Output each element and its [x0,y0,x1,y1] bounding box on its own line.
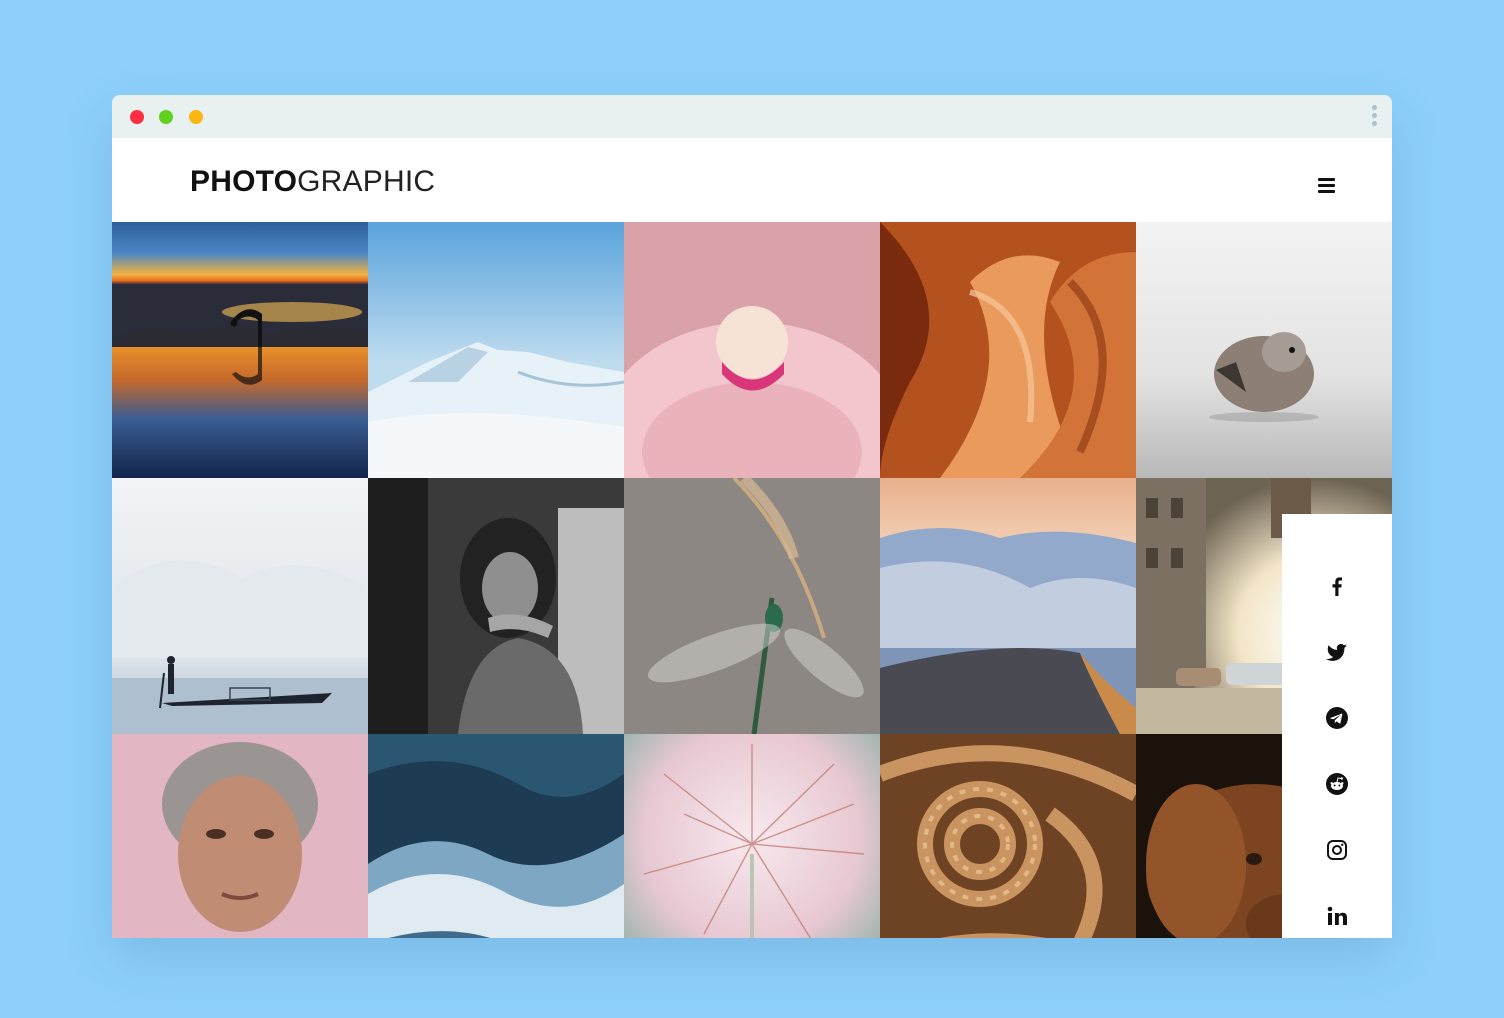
photo-dragonfly[interactable] [624,478,880,734]
logo-light-text: GRAPHIC [297,165,436,198]
photo-coiled-rope[interactable] [880,734,1136,938]
maximize-window-button[interactable] [189,110,203,124]
photo-small-bird[interactable] [1136,222,1392,478]
photo-sea-of-clouds-road[interactable] [880,478,1136,734]
telegram-icon[interactable] [1325,706,1349,730]
reddit-icon[interactable] [1325,772,1349,796]
photo-dandelion-closeup[interactable] [624,734,880,938]
photo-elderly-woman-portrait[interactable] [112,734,368,938]
photo-ocean-waves[interactable] [368,734,624,938]
site-header: PHOTOGRAPHIC [112,138,1392,222]
photo-sunset-yoga-reflection[interactable] [112,222,368,478]
photo-snowy-mountains[interactable] [368,222,624,478]
social-share-sidebar [1282,514,1392,938]
photo-pink-flamingo[interactable] [624,222,880,478]
site-logo[interactable]: PHOTOGRAPHIC [190,165,435,199]
browser-window: PHOTOGRAPHIC [112,95,1392,938]
photo-sandstone-canyon[interactable] [880,222,1136,478]
minimize-window-button[interactable] [159,110,173,124]
photo-foggy-lake-boatman[interactable] [112,478,368,734]
window-titlebar [112,95,1392,138]
photo-gallery [112,222,1392,938]
linkedin-icon[interactable] [1325,904,1349,928]
twitter-icon[interactable] [1325,640,1349,664]
instagram-icon[interactable] [1325,838,1349,862]
photo-girl-black-and-white[interactable] [368,478,624,734]
facebook-icon[interactable] [1325,574,1349,598]
hamburger-menu-icon[interactable] [1318,178,1335,193]
close-window-button[interactable] [130,110,144,124]
logo-bold-text: PHOTO [190,165,298,198]
more-options-icon[interactable] [1370,105,1378,129]
